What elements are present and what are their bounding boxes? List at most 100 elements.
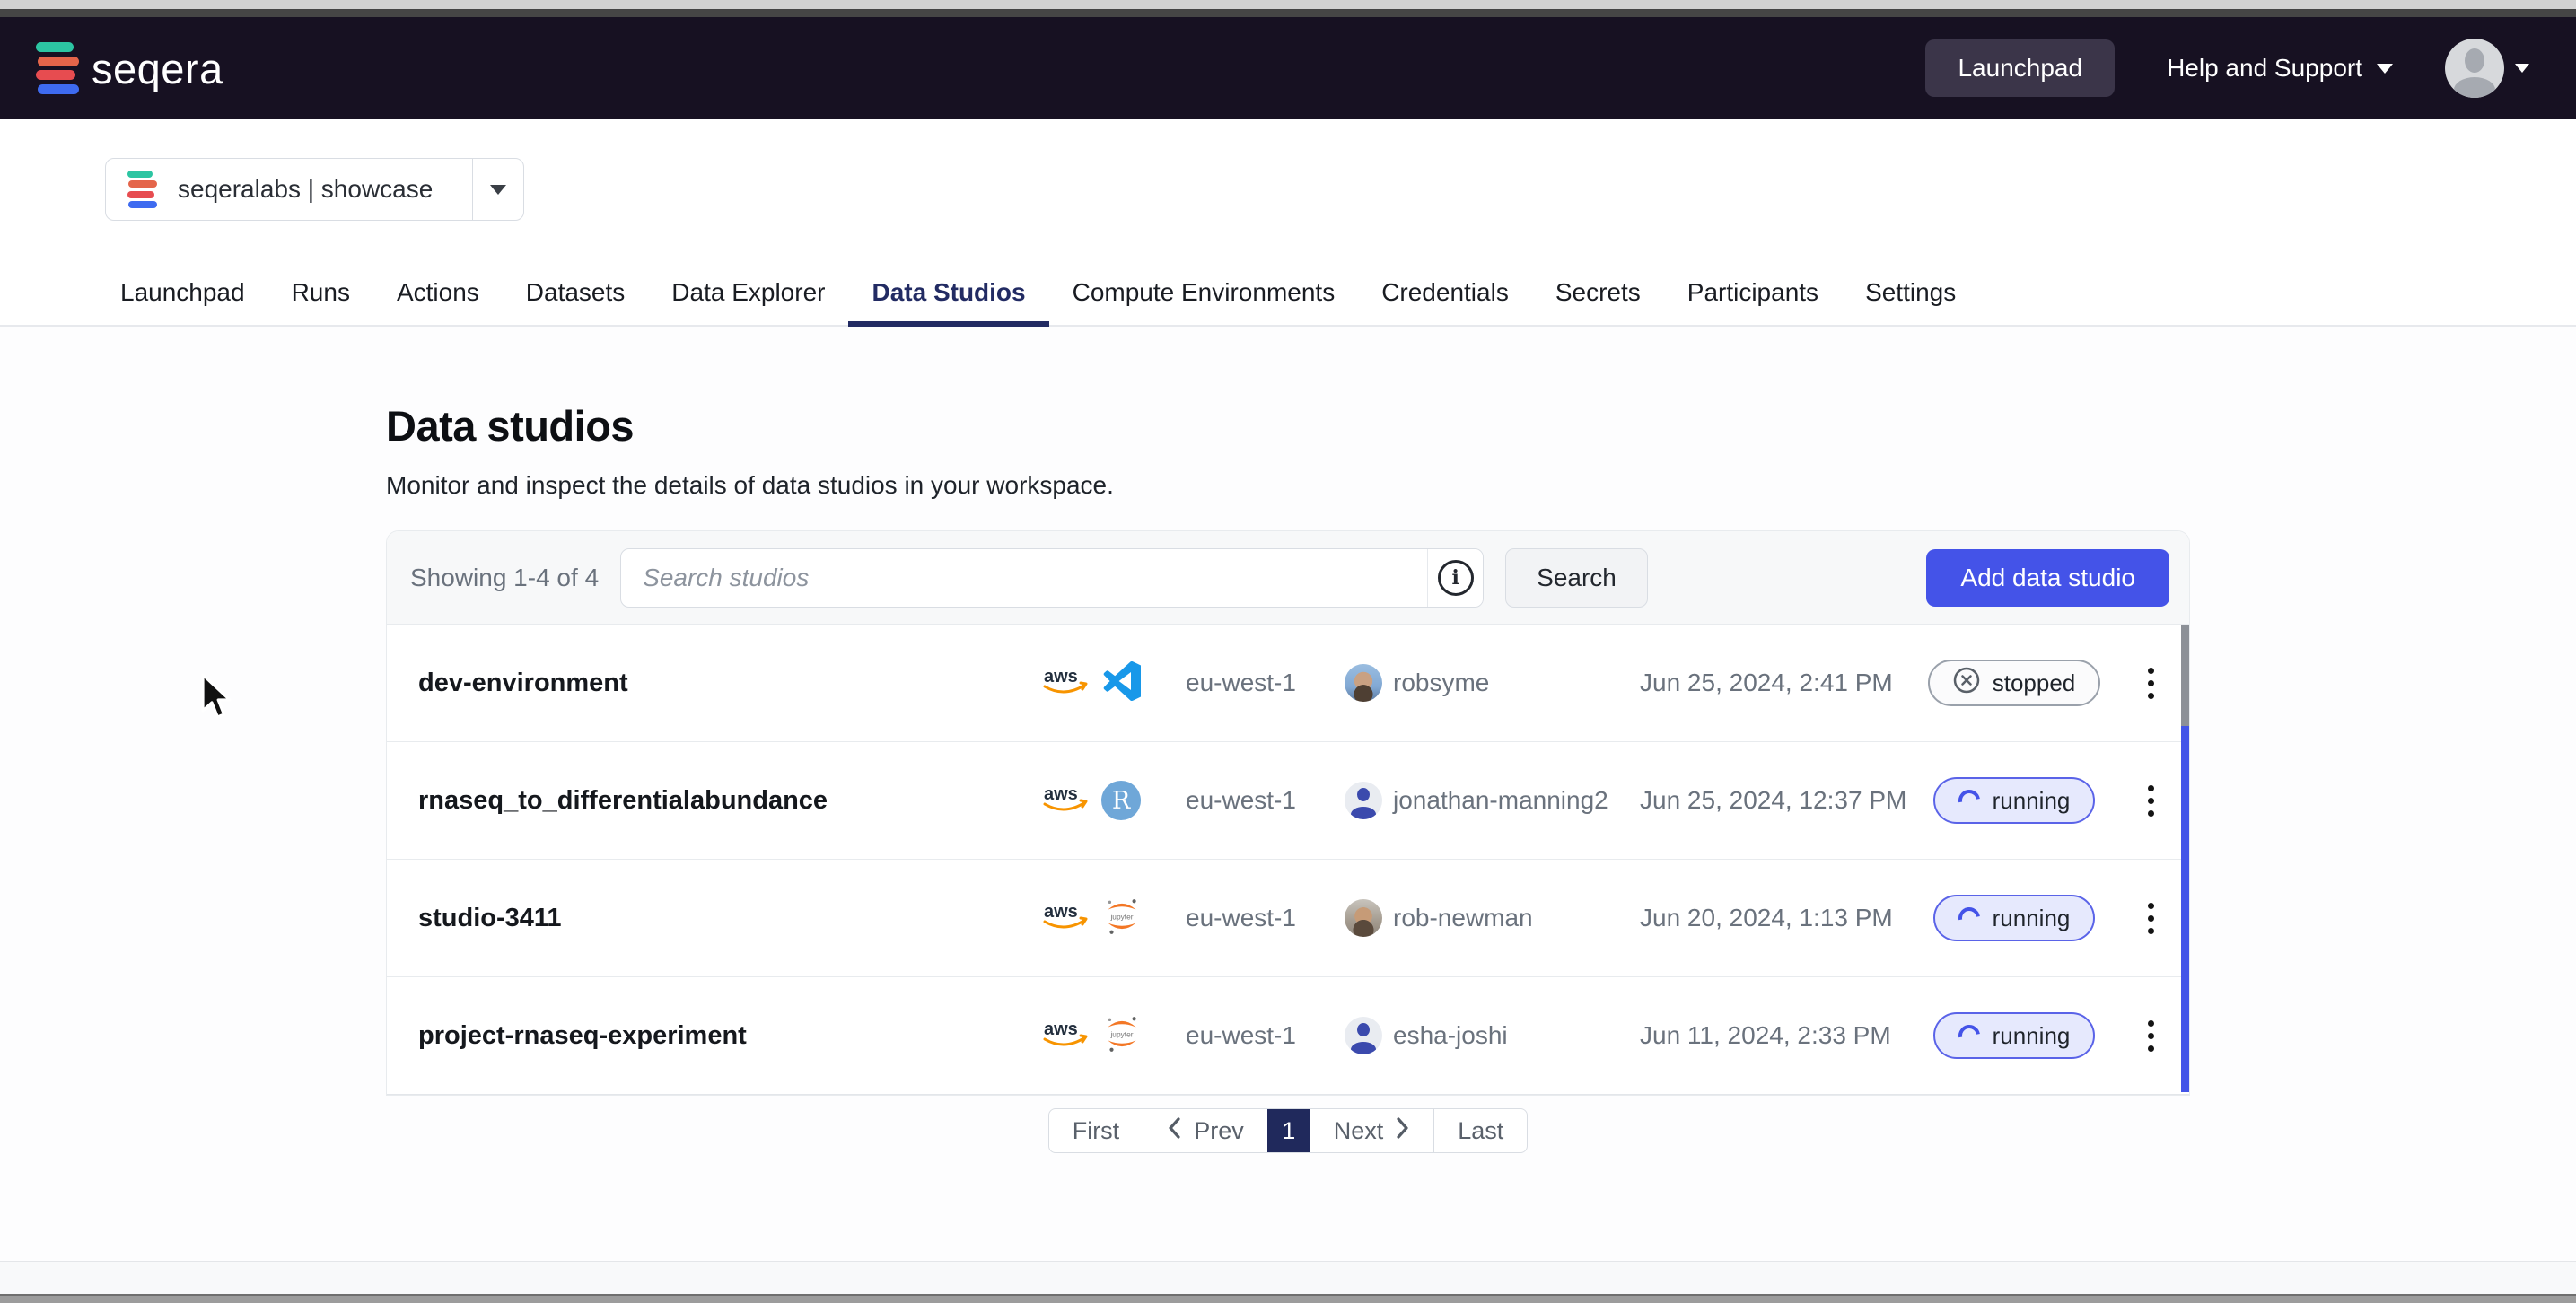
platform-icons: aws jupyter [1040,896,1186,941]
studios-toolbar: Showing 1-4 of 4 i Search Add data studi… [387,531,2189,625]
user-avatar-icon [2445,39,2504,98]
seqera-mark-icon [127,171,156,208]
tab-data-studios[interactable]: Data Studios [848,280,1048,325]
tab-actions[interactable]: Actions [373,280,503,325]
aws-icon: aws [1040,783,1091,819]
r-studio-icon: R [1101,781,1141,820]
tab-compute-environments[interactable]: Compute Environments [1049,280,1359,325]
page-subtitle: Monitor and inspect the details of data … [386,473,2576,498]
region: eu-west-1 [1186,1021,1345,1050]
tab-datasets[interactable]: Datasets [503,280,649,325]
search-input[interactable] [621,549,1427,607]
search-input-group: i [620,548,1484,608]
status-label: running [1993,1022,2071,1050]
user-cell: rob-newman [1345,899,1640,937]
tab-secrets[interactable]: Secrets [1532,280,1664,325]
status-label: running [1993,787,2071,815]
user-avatar-menu[interactable] [2445,39,2529,98]
workspace-selector[interactable]: seqeralabs | showcase [105,158,524,221]
jupyter-icon: jupyter [1101,896,1143,941]
launchpad-button[interactable]: Launchpad [1925,39,2115,97]
tab-participants[interactable]: Participants [1664,280,1842,325]
pagination-prev-label: Prev [1194,1117,1244,1145]
pagination-next-button[interactable]: Next [1310,1109,1434,1152]
aws-icon: aws [1040,1018,1091,1054]
status-badge: running [1933,895,2096,941]
user-name: robsyme [1393,669,1489,697]
info-icon: i [1438,560,1474,596]
platform-icons: aws [1040,661,1186,705]
created-date: Jun 11, 2024, 2:33 PM [1640,1021,1915,1050]
user-name: rob-newman [1393,904,1533,932]
tab-launchpad[interactable]: Launchpad [97,280,268,325]
svg-text:aws: aws [1044,667,1078,686]
tab-settings[interactable]: Settings [1842,280,1979,325]
aws-icon: aws [1040,665,1091,702]
svg-text:jupyter: jupyter [1109,912,1133,921]
pagination-prev-button[interactable]: Prev [1143,1109,1267,1152]
row-menu-button[interactable] [2139,1011,2163,1061]
row-menu-button[interactable] [2139,659,2163,708]
page-footer-area [0,1261,2576,1297]
page-title: Data studios [386,403,2576,450]
status-badge: running [1933,1012,2096,1059]
svg-text:jupyter: jupyter [1109,1029,1133,1038]
studio-name: project-rnaseq-experiment [418,1021,1040,1051]
browser-chrome-bottom [0,1294,2576,1303]
created-date: Jun 25, 2024, 12:37 PM [1640,786,1915,815]
running-spinner-icon [1954,903,1984,932]
status-badge: stopped [1928,660,2101,706]
user-avatar [1345,664,1382,702]
search-info-button[interactable]: i [1427,549,1483,607]
jupyter-icon: jupyter [1101,1013,1143,1059]
user-avatar [1345,782,1382,819]
status-label: stopped [1993,669,2076,697]
svg-text:aws: aws [1044,784,1078,804]
row-menu-button[interactable] [2139,776,2163,826]
add-data-studio-button[interactable]: Add data studio [1926,549,2169,607]
seqera-logo[interactable]: seqera [36,42,223,94]
region: eu-west-1 [1186,669,1345,697]
region: eu-west-1 [1186,786,1345,815]
tab-credentials[interactable]: Credentials [1358,280,1532,325]
vscode-icon [1101,661,1141,705]
pagination: First Prev 1 Next Last [1048,1108,1529,1153]
browser-chrome-top [0,0,2576,9]
row-menu-button[interactable] [2139,894,2163,943]
table-row[interactable]: studio-3411 aws jupyter eu-west-1 rob-ne… [387,860,2189,977]
tab-data-explorer[interactable]: Data Explorer [648,280,848,325]
svg-text:aws: aws [1044,902,1078,922]
chevron-down-icon [2377,64,2393,74]
user-cell: robsyme [1345,664,1640,702]
app-header: seqera Launchpad Help and Support [0,17,2576,119]
help-and-support-menu[interactable]: Help and Support [2167,54,2393,83]
app-window: seqera Launchpad Help and Support seqera… [0,0,2576,1303]
created-date: Jun 25, 2024, 2:41 PM [1640,669,1915,697]
pagination-last-button[interactable]: Last [1433,1109,1527,1152]
pagination-next-label: Next [1334,1117,1384,1145]
pagination-first-button[interactable]: First [1049,1109,1143,1152]
table-scrollbar[interactable] [2181,625,2189,1092]
pagination-page-1[interactable]: 1 [1267,1109,1310,1152]
scrollbar-thumb[interactable] [2181,625,2189,726]
table-row[interactable]: project-rnaseq-experiment aws jupyter eu… [387,977,2189,1095]
studios-panel: Showing 1-4 of 4 i Search Add data studi… [386,530,2190,1096]
table-row[interactable]: rnaseq_to_differentialabundance aws R eu… [387,742,2189,860]
search-button[interactable]: Search [1505,548,1648,608]
region: eu-west-1 [1186,904,1345,932]
user-cell: esha-joshi [1345,1017,1640,1054]
running-spinner-icon [1954,785,1984,815]
chevron-down-icon [490,185,506,195]
stopped-circle-x-icon [1953,667,1980,700]
table-row[interactable]: dev-environment aws eu-west-1 robsyme Ju… [387,625,2189,742]
status-label: running [1993,905,2071,932]
studio-name: rnaseq_to_differentialabundance [418,786,1040,816]
workspace-name: seqeralabs | showcase [178,175,433,204]
user-avatar [1345,1017,1382,1054]
seqera-logo-icon [36,42,77,94]
workspace-dropdown-button[interactable] [472,159,523,220]
browser-chrome-edge [0,9,2576,17]
brand-wordmark: seqera [92,44,223,93]
tab-runs[interactable]: Runs [268,280,373,325]
user-name: esha-joshi [1393,1021,1508,1050]
